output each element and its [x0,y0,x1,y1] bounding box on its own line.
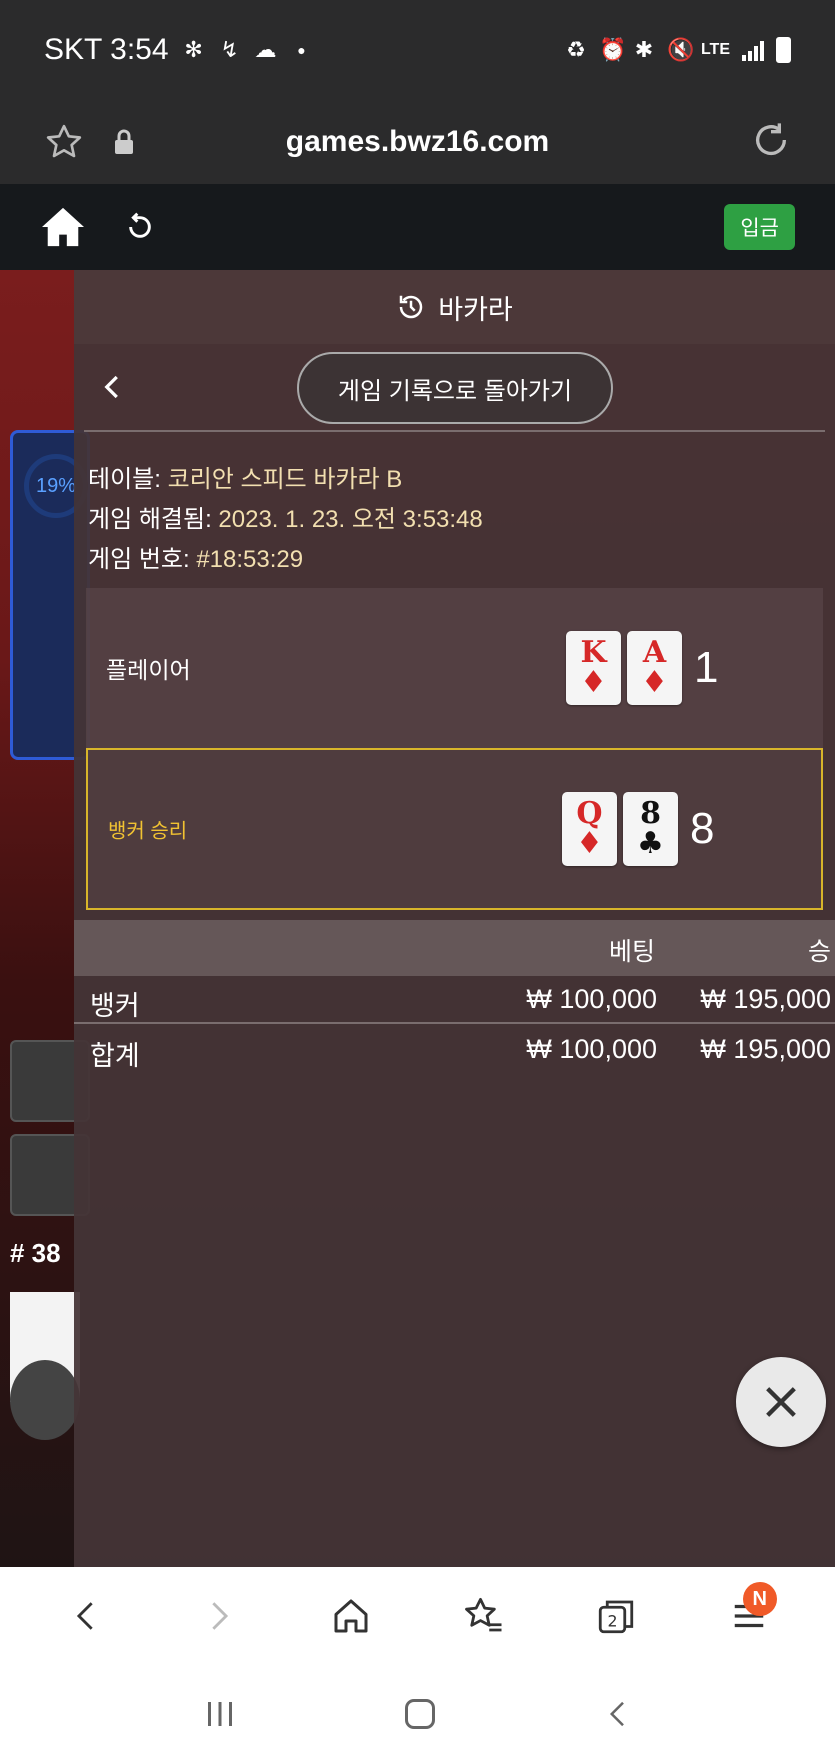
battery-saver-icon: ♻ [566,37,586,62]
mute-icon: 🔇 [666,37,695,62]
back-button[interactable] [56,1586,116,1646]
tabs-icon: 2 [599,1600,634,1634]
fan-icon: ✻ [184,37,203,62]
game-number-row: 게임 번호: #18:53:29 [88,540,821,580]
bet-amount: ₩ 100,000 [526,984,657,1014]
player-cards: K ♦ A ♦ [566,631,682,705]
win-amount: ₩ 195,000 [700,1034,831,1064]
game-toolbar: 입금 [0,184,835,270]
carrier-time: SKT 3:54 [44,33,169,66]
bet-name: 뱅커 [90,991,140,1021]
missed-call-icon: ↯ [220,37,239,62]
banker-cards: Q ♦ 8 ♣ [562,792,678,866]
banker-win-label: 뱅커 승리 [108,820,188,843]
win-column-header: 승 [807,938,831,966]
close-button[interactable] [736,1357,826,1447]
bet-amount: ₩ 100,000 [526,1034,657,1064]
recent-apps-icon[interactable] [202,1697,238,1731]
dot-icon: ● [297,42,306,58]
bet-column-header: 베팅 [608,938,655,966]
back-nav-icon[interactable] [603,1696,633,1732]
svg-text:2: 2 [608,1612,618,1631]
return-to-history-button[interactable]: 게임 기록으로 돌아가기 [297,352,613,424]
reload-icon[interactable] [751,120,791,160]
tabs-button[interactable]: 2 [586,1586,646,1646]
table-row: 합계 ₩ 100,000 ₩ 195,000 [74,1026,835,1074]
game-history-modal: 바카라 게임 기록으로 돌아가기 테이블: 코리안 스피드 바카라 B 게임 해… [74,270,835,1567]
home-outline-icon [334,1599,368,1633]
playing-card: K ♦ [566,631,621,705]
home-button[interactable] [321,1586,381,1646]
game-info: 테이블: 코리안 스피드 바카라 B 게임 해결됨: 2023. 1. 23. … [74,460,835,580]
modal-title: 바카라 [438,294,513,325]
table-info-row: 테이블: 코리안 스피드 바카라 B [88,460,821,500]
playing-card: A ♦ [627,631,682,705]
player-score: 1 [694,643,719,692]
chevron-left-icon[interactable] [98,372,128,402]
win-amount: ₩ 195,000 [700,984,831,1014]
playing-card: Q ♦ [562,792,617,866]
bet-name: 합계 [90,1041,140,1071]
alarm-icon: ⏰ [598,37,627,62]
system-nav-bar [0,1665,835,1763]
divider [84,430,825,432]
home-icon[interactable] [40,206,86,248]
bets-table-header: 베팅 승 [74,920,835,976]
table-label: 테이블: [88,466,168,493]
resolved-value: 2023. 1. 23. 오전 3:53:48 [218,506,483,533]
chevron-left-icon [77,1602,93,1630]
cloud-icon: ☁ [254,37,277,62]
bookmark-star-icon[interactable] [44,122,84,162]
background-round-number: # 38 [10,1238,61,1268]
browser-bottom-bar: 2 N [0,1567,835,1665]
lock-icon [115,129,133,154]
table-value: 코리안 스피드 바카라 B [167,466,403,493]
bluetooth-icon: ✱ [634,37,654,62]
signal-icon [742,39,764,61]
menu-button[interactable]: N [719,1582,779,1646]
bookmarks-button[interactable] [454,1586,514,1646]
refresh-icon[interactable] [124,211,156,243]
player-hand: 플레이어 K ♦ A ♦ 1 [86,588,823,748]
history-icon [399,295,423,319]
status-bar: SKT 3:54 ✻ ↯ ☁ ● ♻ ⏰ ✱ 🔇 LTE [0,0,835,100]
forward-button[interactable] [189,1586,249,1646]
banker-hand: 뱅커 승리 Q ♦ 8 ♣ 8 [86,748,823,910]
table-row: 뱅커 ₩ 100,000 ₩ 195,000 [74,976,835,1024]
playing-card: 8 ♣ [623,792,678,866]
battery-icon [776,37,791,63]
game-number-value: #18:53:29 [196,546,304,573]
notification-badge: N [742,1582,777,1616]
game-number-label: 게임 번호: [88,546,197,573]
bookmarks-icon [464,1597,502,1632]
url-bar: games.bwz16.com [0,100,835,184]
close-icon [766,1387,796,1417]
resolved-info-row: 게임 해결됨: 2023. 1. 23. 오전 3:53:48 [88,500,821,540]
resolved-label: 게임 해결됨: [88,506,219,533]
banker-score: 8 [690,804,715,853]
home-nav-icon[interactable] [402,1696,438,1732]
chevron-right-icon [212,1602,228,1630]
background-chip [10,1360,80,1440]
deposit-button[interactable]: 입금 [724,204,795,250]
back-row: 게임 기록으로 돌아가기 [74,344,835,434]
player-label: 플레이어 [106,657,191,683]
modal-header: 바카라 [74,270,835,344]
lte-icon: LTE [700,41,730,58]
